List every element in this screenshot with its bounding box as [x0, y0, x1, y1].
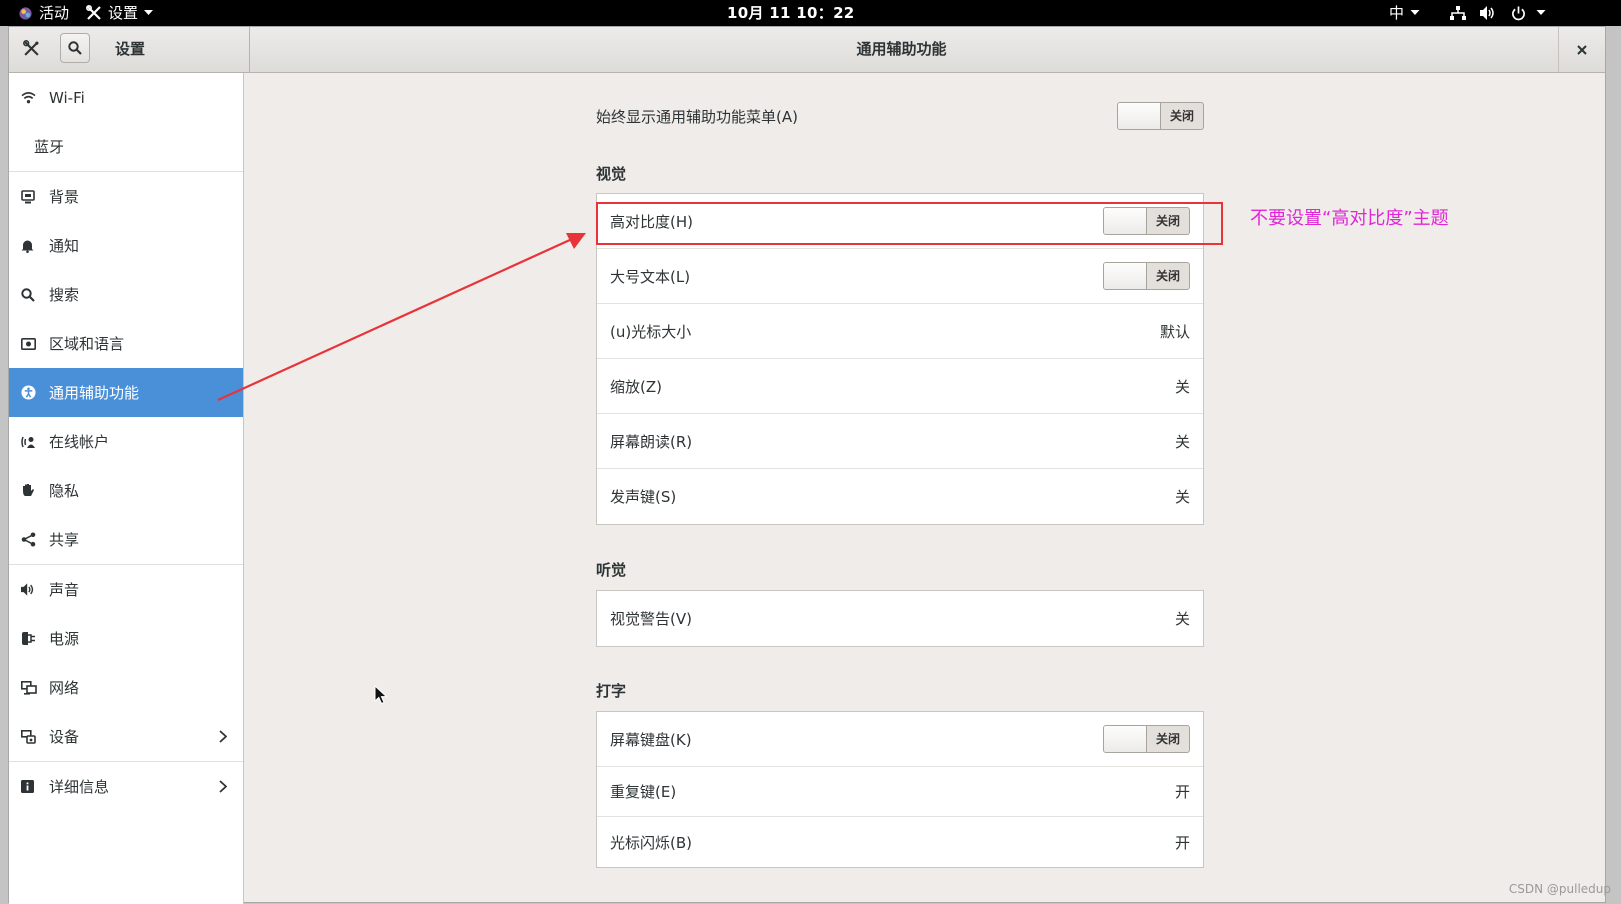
annotation-arrow: [217, 233, 586, 402]
mouse-cursor-icon: [374, 685, 388, 705]
annotation-text: 不要设置“高对比度”主题: [1250, 208, 1449, 229]
annotation-highlight-box: [596, 202, 1223, 245]
watermark: CSDN @pulledup: [1508, 882, 1611, 896]
